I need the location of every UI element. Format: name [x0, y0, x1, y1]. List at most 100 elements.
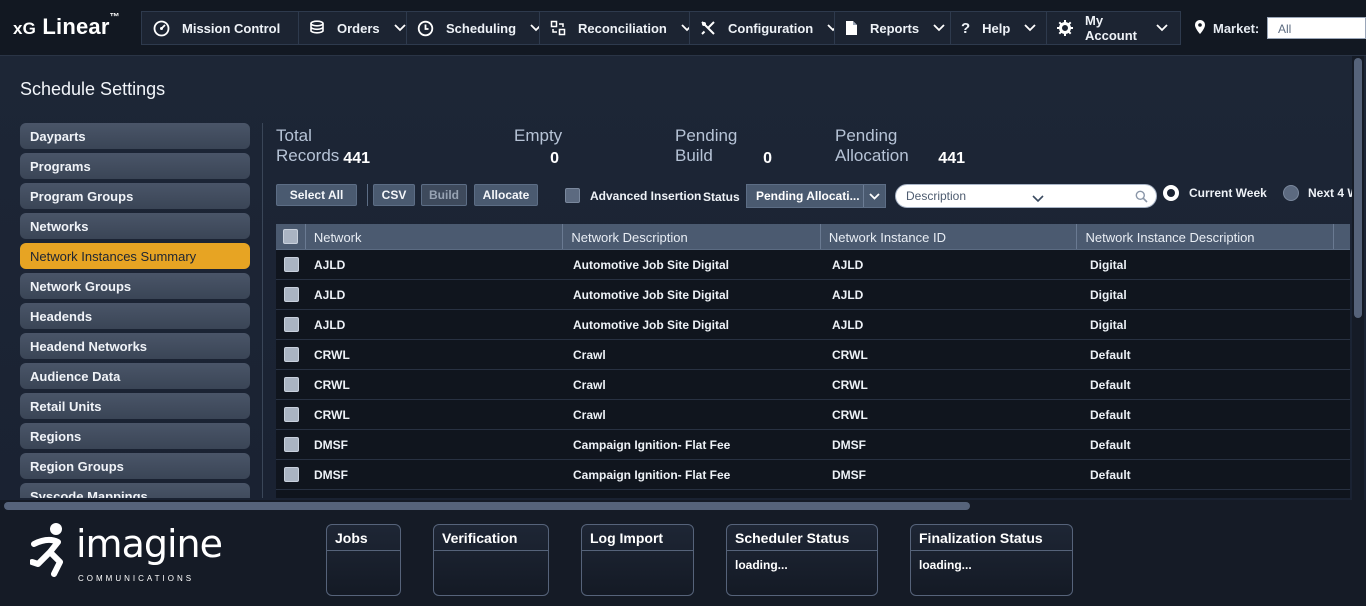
- column-header-network-description[interactable]: Network Description: [563, 224, 821, 249]
- row-checkbox[interactable]: [283, 317, 299, 332]
- log-import-panel[interactable]: Log Import: [581, 524, 694, 596]
- sidebar-item-program-groups[interactable]: Program Groups: [20, 183, 250, 209]
- table-row[interactable]: AJLD Automotive Job Site Digital AJLD Di…: [276, 310, 1350, 340]
- row-checkbox[interactable]: [283, 377, 299, 392]
- cell-network: CRWL: [314, 407, 350, 422]
- nav-scheduling[interactable]: Scheduling: [406, 11, 542, 45]
- map-pin-icon: [1195, 19, 1205, 37]
- search-icon: [1135, 190, 1148, 206]
- sidebar-item-network-instances-summary[interactable]: Network Instances Summary: [20, 243, 250, 269]
- cell-network-instance-id: AJLD: [832, 287, 864, 302]
- table-row[interactable]: DMSF Campaign Ignition- Flat Fee DMSF De…: [276, 430, 1350, 460]
- clock-icon: [417, 19, 434, 37]
- row-checkbox[interactable]: [283, 467, 299, 482]
- allocate-button[interactable]: Allocate: [474, 184, 538, 206]
- column-header-network-instance-id[interactable]: Network Instance ID: [821, 224, 1078, 249]
- sidebar-item-networks[interactable]: Networks: [20, 213, 250, 239]
- cell-network-instance-description: Default: [1090, 437, 1131, 452]
- row-checkbox[interactable]: [283, 347, 299, 362]
- table-row[interactable]: AJLD Automotive Job Site Digital AJLD Di…: [276, 280, 1350, 310]
- row-checkbox[interactable]: [283, 407, 299, 422]
- table-row[interactable]: CRWL Crawl CRWL Default: [276, 370, 1350, 400]
- table-row[interactable]: DMSF Campaign Ignition- Flat Fee DMSF De…: [276, 460, 1350, 490]
- log-import-panel-body: [582, 551, 693, 565]
- select-all-button[interactable]: Select All: [276, 184, 357, 206]
- horizontal-scrollbar[interactable]: [0, 500, 1366, 512]
- market-selector: Market:: [1195, 11, 1259, 45]
- nav-my-account[interactable]: My Account: [1046, 11, 1181, 45]
- cell-network: DMSF: [314, 437, 348, 452]
- sidebar-item-network-groups[interactable]: Network Groups: [20, 273, 250, 299]
- row-checkbox[interactable]: [283, 257, 299, 272]
- nav-reconciliation[interactable]: Reconciliation: [539, 11, 693, 45]
- sidebar-item-headends[interactable]: Headends: [20, 303, 250, 329]
- column-header-network[interactable]: Network: [306, 224, 564, 249]
- row-checkbox-cell: [276, 347, 306, 362]
- row-checkbox-cell: [276, 317, 306, 332]
- sidebar-item-dayparts[interactable]: Dayparts: [20, 123, 250, 149]
- sidebar-item-programs[interactable]: Programs: [20, 153, 250, 179]
- tools-icon: [700, 19, 716, 37]
- description-search-input[interactable]: Description: [895, 184, 1157, 208]
- row-checkbox-cell: [276, 287, 306, 302]
- main-nav: Mission Control Orders Scheduling Reconc…: [141, 11, 1181, 45]
- cell-network-instance-id: CRWL: [832, 377, 868, 392]
- csv-button[interactable]: CSV: [373, 184, 415, 206]
- sidebar-item-headend-networks[interactable]: Headend Networks: [20, 333, 250, 359]
- row-checkbox-cell: [276, 377, 306, 392]
- column-header-overflow: [1334, 224, 1350, 249]
- cell-network: CRWL: [314, 377, 350, 392]
- market-input[interactable]: All: [1267, 17, 1366, 39]
- finalization-status-panel-title: Finalization Status: [911, 525, 1072, 551]
- cell-network-instance-description: Digital: [1090, 257, 1127, 272]
- gear-icon: [1057, 19, 1073, 37]
- nav-mission-control[interactable]: Mission Control: [141, 11, 298, 45]
- status-select-value: Pending Allocati...: [756, 189, 860, 203]
- nav-configuration[interactable]: Configuration: [689, 11, 839, 45]
- question-icon: ?: [961, 19, 971, 37]
- sidebar-item-syscode-mappings[interactable]: Syscode Mappings: [20, 483, 250, 498]
- row-checkbox[interactable]: [283, 437, 299, 452]
- cell-network-instance-description: Digital: [1090, 317, 1127, 332]
- cell-network-description: Crawl: [573, 407, 606, 422]
- stack-icon: [309, 19, 325, 37]
- verification-panel[interactable]: Verification: [433, 524, 549, 596]
- current-week-radio[interactable]: [1163, 185, 1179, 201]
- main-content: Schedule Settings Dayparts Programs Prog…: [0, 56, 1366, 512]
- header-checkbox[interactable]: [282, 229, 298, 244]
- build-button[interactable]: Build: [421, 184, 467, 206]
- scheduler-status-panel[interactable]: Scheduler Status loading...: [726, 524, 878, 596]
- finalization-status-panel[interactable]: Finalization Status loading...: [910, 524, 1073, 596]
- vertical-scrollbar[interactable]: [1352, 56, 1364, 512]
- sidebar-item-audience-data[interactable]: Audience Data: [20, 363, 250, 389]
- table-row[interactable]: CRWL Crawl CRWL Default: [276, 340, 1350, 370]
- column-header-network-instance-description[interactable]: Network Instance Description: [1077, 224, 1335, 249]
- gauge-icon: [152, 19, 170, 37]
- next-weeks-radio[interactable]: [1283, 185, 1299, 201]
- sidebar-item-retail-units[interactable]: Retail Units: [20, 393, 250, 419]
- advanced-insertion-checkbox[interactable]: [565, 188, 580, 203]
- sidebar-item-regions[interactable]: Regions: [20, 423, 250, 449]
- cell-network: AJLD: [314, 287, 346, 302]
- verification-panel-body: [434, 551, 548, 565]
- horizontal-scroll-thumb[interactable]: [4, 502, 970, 510]
- vertical-scroll-thumb[interactable]: [1354, 58, 1362, 318]
- nav-orders[interactable]: Orders: [298, 11, 406, 45]
- network-instances-table: Network Network Description Network Inst…: [276, 224, 1350, 498]
- sidebar-item-region-groups[interactable]: Region Groups: [20, 453, 250, 479]
- cell-network-instance-id: AJLD: [832, 317, 864, 332]
- jobs-panel[interactable]: Jobs: [326, 524, 401, 596]
- page-title: Schedule Settings: [20, 79, 166, 99]
- nav-reports[interactable]: Reports: [834, 11, 950, 45]
- row-checkbox[interactable]: [283, 287, 299, 302]
- cell-network: AJLD: [314, 317, 346, 332]
- nav-help[interactable]: ? Help: [950, 11, 1046, 45]
- market-label: Market:: [1213, 20, 1260, 36]
- row-checkbox-cell: [276, 257, 306, 272]
- cell-network-instance-description: Default: [1090, 467, 1131, 482]
- status-select[interactable]: Pending Allocati...: [746, 184, 886, 208]
- chevron-down-icon: [933, 22, 945, 34]
- chevron-down-icon: [1032, 192, 1044, 206]
- table-row[interactable]: AJLD Automotive Job Site Digital AJLD Di…: [276, 250, 1350, 280]
- table-row[interactable]: CRWL Crawl CRWL Default: [276, 400, 1350, 430]
